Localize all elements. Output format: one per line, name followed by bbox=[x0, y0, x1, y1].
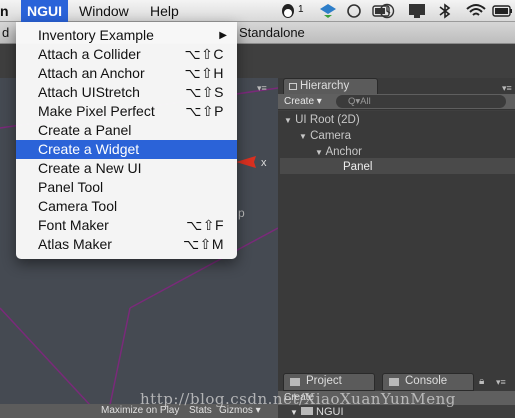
menu-item-label: Create a New UI bbox=[38, 160, 142, 176]
expand-arrow-icon[interactable]: ▼ bbox=[315, 148, 323, 157]
sync-icon[interactable] bbox=[344, 3, 364, 19]
grid-line bbox=[0, 307, 91, 405]
grid-line bbox=[109, 307, 131, 405]
tree-item-label: Camera bbox=[310, 130, 352, 142]
menu-item-camera-tool[interactable]: Camera Tool bbox=[16, 197, 237, 216]
expand-arrow-icon[interactable]: ▼ bbox=[290, 408, 298, 417]
battery-status-icon[interactable] bbox=[492, 3, 514, 19]
menu-item-label: Make Pixel Perfect bbox=[38, 103, 155, 119]
menu-item-label: Create a Panel bbox=[38, 122, 132, 138]
tree-item-panel[interactable]: Panel bbox=[343, 161, 372, 173]
time-machine-icon[interactable] bbox=[378, 3, 396, 19]
menu-item-label: Panel Tool bbox=[38, 179, 104, 195]
menu-item-label: Atlas Maker bbox=[38, 236, 112, 252]
gizmo-x-label: x bbox=[261, 157, 267, 169]
lock-icon[interactable]: 🔒︎ bbox=[479, 376, 484, 387]
menu-item-label: Attach an Anchor bbox=[38, 65, 145, 81]
tab-project-label: Project bbox=[306, 375, 342, 387]
menu-item-label: Inventory Example bbox=[38, 27, 154, 43]
folder-icon bbox=[290, 378, 300, 386]
wifi-icon[interactable] bbox=[465, 3, 487, 19]
menu-item-label: Create a Widget bbox=[38, 141, 140, 157]
tree-item-anchor[interactable]: ▼ Anchor bbox=[315, 146, 362, 158]
menu-item-shortcut: ⌥⇧F bbox=[186, 217, 224, 233]
menu-item-label: Attach UIStretch bbox=[38, 84, 140, 100]
menu-item-partial[interactable]: n bbox=[0, 0, 9, 22]
menu-item-shortcut: ⌥⇧S bbox=[185, 84, 224, 100]
dropbox-icon[interactable] bbox=[318, 3, 338, 19]
toolbar-left-text: d bbox=[2, 25, 10, 40]
menu-item-attach-anchor[interactable]: Attach an Anchor ⌥⇧H bbox=[16, 64, 237, 83]
gizmo-arrow-icon[interactable] bbox=[236, 154, 258, 170]
hierarchy-selected-row bbox=[280, 158, 515, 174]
submenu-arrow-icon: ▶ bbox=[219, 30, 227, 41]
menu-item-attach-uistretch[interactable]: Attach UIStretch ⌥⇧S bbox=[16, 83, 237, 102]
persp-label: p bbox=[238, 206, 245, 220]
menu-item-label: Font Maker bbox=[38, 217, 109, 233]
menu-bar: n NGUI Window Help 1 bbox=[0, 0, 515, 22]
hierarchy-body bbox=[278, 111, 515, 373]
menu-item-label: Attach a Collider bbox=[38, 46, 141, 62]
menu-item-attach-collider[interactable]: Attach a Collider ⌥⇧C bbox=[16, 45, 237, 64]
menu-item-create-widget[interactable]: Create a Widget bbox=[16, 140, 237, 159]
tree-item-label: Anchor bbox=[325, 146, 362, 158]
tree-item-label: UI Root (2D) bbox=[295, 114, 360, 126]
display-icon[interactable] bbox=[408, 3, 426, 19]
tree-item-camera[interactable]: ▼ Camera bbox=[299, 130, 351, 142]
tab-hierarchy-label: Hierarchy bbox=[300, 80, 350, 92]
tree-item-ui-root[interactable]: ▼ UI Root (2D) bbox=[284, 114, 360, 126]
expand-arrow-icon[interactable]: ▼ bbox=[299, 132, 307, 141]
bluetooth-icon[interactable] bbox=[436, 3, 454, 19]
menu-item-create-panel[interactable]: Create a Panel bbox=[16, 121, 237, 140]
folder-icon bbox=[300, 407, 313, 415]
notification-count: 1 bbox=[298, 4, 304, 15]
menu-item-shortcut: ⌥⇧H bbox=[184, 65, 224, 81]
menu-item-shortcut: ⌥⇧P bbox=[185, 103, 224, 119]
tree-item-label: Panel bbox=[343, 161, 373, 173]
panel-options-icon[interactable]: ▾≡ bbox=[502, 83, 512, 94]
menu-ngui[interactable]: NGUI bbox=[21, 0, 68, 22]
menu-item-atlas-maker[interactable]: Atlas Maker ⌥⇧M bbox=[16, 235, 237, 254]
menu-item-create-new-ui[interactable]: Create a New UI bbox=[16, 159, 237, 178]
platform-label: Standalone bbox=[239, 25, 305, 40]
menu-item-font-maker[interactable]: Font Maker ⌥⇧F bbox=[16, 216, 237, 235]
hierarchy-search-input[interactable]: Q▾All bbox=[336, 95, 506, 108]
tab-hierarchy[interactable]: Hierarchy bbox=[283, 78, 378, 95]
tab-console[interactable]: Console bbox=[382, 373, 474, 391]
menu-item-panel-tool[interactable]: Panel Tool bbox=[16, 178, 237, 197]
panel-menu-icon[interactable]: ▾≡ bbox=[496, 377, 506, 388]
menu-help[interactable]: Help bbox=[150, 0, 179, 22]
console-icon bbox=[389, 378, 399, 386]
hierarchy-icon bbox=[289, 83, 297, 90]
hierarchy-create-button[interactable]: Create ▾ bbox=[284, 96, 322, 107]
menu-item-make-pixel-perfect[interactable]: Make Pixel Perfect ⌥⇧P bbox=[16, 102, 237, 121]
menu-window[interactable]: Window bbox=[79, 0, 129, 22]
tab-project[interactable]: Project bbox=[283, 373, 375, 391]
menu-item-inventory-example[interactable]: Inventory Example ▶ bbox=[16, 26, 237, 45]
tab-console-label: Console bbox=[405, 375, 448, 387]
expand-arrow-icon[interactable]: ▼ bbox=[284, 116, 292, 125]
menu-item-shortcut: ⌥⇧M bbox=[182, 236, 224, 252]
ngui-dropdown-menu: Inventory Example ▶ Attach a Collider ⌥⇧… bbox=[16, 22, 237, 259]
menu-item-label: Camera Tool bbox=[38, 198, 118, 214]
scene-options-icon[interactable]: ▾≡ bbox=[257, 83, 267, 94]
menu-item-shortcut: ⌥⇧C bbox=[184, 46, 224, 62]
watermark: http://blog.csdn.net/XiaoXuanYunMeng bbox=[140, 390, 456, 408]
